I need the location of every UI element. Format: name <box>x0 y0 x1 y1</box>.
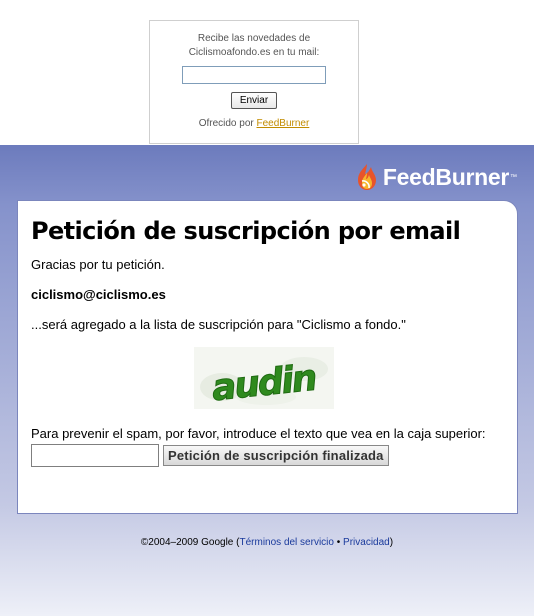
widget-email-input[interactable] <box>182 66 326 84</box>
thanks-message: Gracias por tu petición. <box>31 257 165 272</box>
complete-subscription-button[interactable]: Petición de suscripción finalizada <box>163 445 389 466</box>
privacy-link[interactable]: Privacidad <box>343 537 390 548</box>
widget-intro-line2: Ciclismoafondo.es en tu mail: <box>188 47 320 58</box>
terms-link[interactable]: Términos del servicio <box>239 537 333 548</box>
footer: ©2004–2009 Google (Términos del servicio… <box>0 537 534 548</box>
added-message: ...será agregado a la lista de suscripci… <box>31 317 406 332</box>
subscriber-email: ciclismo@ciclismo.es <box>31 287 166 302</box>
offered-by: Ofrecido por FeedBurner <box>150 118 358 129</box>
subscription-card: Petición de suscripción por email Gracia… <box>17 200 518 514</box>
feedburner-logo[interactable]: FeedBurner ™ <box>354 162 517 192</box>
page-title: Petición de suscripción por email <box>31 217 461 245</box>
footer-close: ) <box>389 537 394 548</box>
feedburner-link[interactable]: FeedBurner <box>257 118 310 129</box>
feedburner-logo-text: FeedBurner <box>382 163 509 190</box>
trademark: ™ <box>510 173 517 181</box>
feedburner-flame-icon <box>357 164 376 190</box>
feedburner-page: FeedBurner ™ Petición de suscripción por … <box>0 145 534 616</box>
footer-separator: • <box>333 537 344 548</box>
captcha-form: Petición de suscripción finalizada <box>31 444 505 467</box>
widget-intro: Recibe las novedades de Ciclismoafondo.e… <box>150 32 358 60</box>
spam-instructions: Para prevenir el spam, por favor, introd… <box>31 426 486 441</box>
captcha-image: audin <box>194 347 334 410</box>
subscription-widget: Recibe las novedades de Ciclismoafondo.e… <box>149 20 359 144</box>
copyright: ©2004–2009 Google ( <box>140 537 240 548</box>
captcha-input[interactable] <box>31 444 159 467</box>
send-button[interactable]: Enviar <box>230 92 278 109</box>
offered-by-label: Ofrecido por <box>198 118 257 129</box>
widget-intro-line1: Recibe las novedades de <box>197 33 311 44</box>
